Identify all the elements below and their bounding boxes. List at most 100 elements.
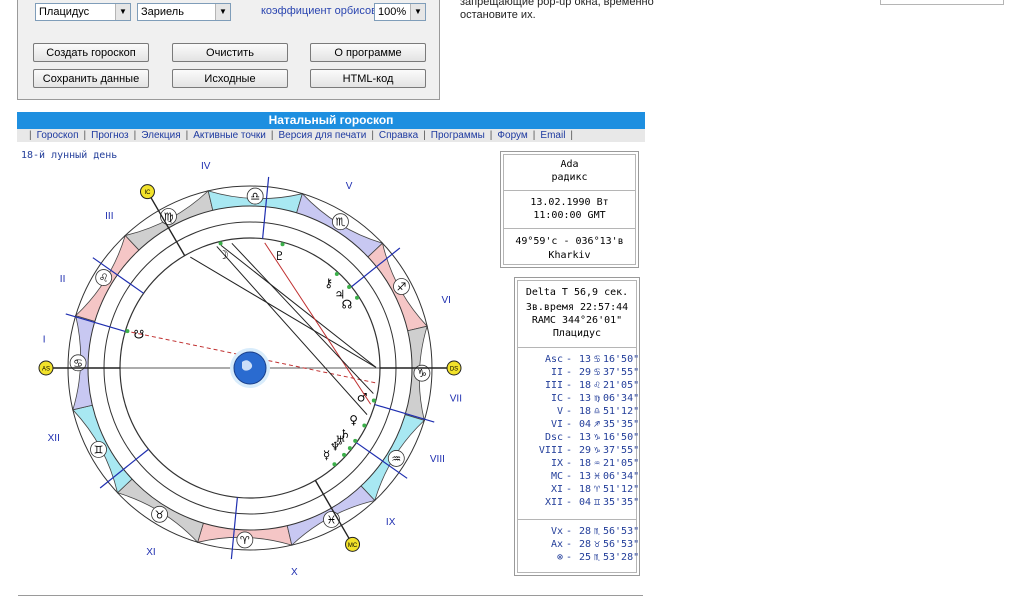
cusp-row: VIII -29 ♑ 37'55" bbox=[529, 445, 639, 456]
cusp-deg: 04 bbox=[578, 497, 591, 508]
sign-glyph: ♒ bbox=[391, 452, 401, 465]
planet-dot bbox=[353, 438, 358, 443]
menu-separator: | bbox=[570, 130, 574, 141]
angle-label: MC bbox=[348, 543, 358, 549]
menu-item[interactable]: Гороскоп bbox=[37, 130, 79, 141]
point-name: Vx bbox=[550, 526, 563, 537]
point-name: Ax bbox=[550, 539, 563, 550]
dash: - bbox=[565, 445, 573, 456]
main-menu: | Гороскоп | Прогноз | Элекция | Активные точки… bbox=[17, 129, 645, 142]
cusp-deg: 18 bbox=[578, 406, 591, 417]
cusp-sign: ♑ bbox=[593, 445, 601, 456]
dash: - bbox=[565, 380, 573, 391]
planet-glyph: ♀ bbox=[349, 413, 358, 427]
cusp-name: Dsc bbox=[544, 432, 563, 443]
source-button[interactable]: Исходные bbox=[172, 69, 288, 88]
house-system-value: Плацидус bbox=[39, 6, 90, 18]
menu-separator: | bbox=[489, 130, 493, 141]
houses-info-box: Delta T 56,9 сек. Зв.время 22:57:44 RAMC… bbox=[514, 277, 640, 576]
planet-glyph: ☋ bbox=[134, 328, 145, 342]
point-min: 53'28" bbox=[603, 552, 640, 563]
cusp-deg: 29 bbox=[578, 445, 591, 456]
cusp-sign: ♋ bbox=[593, 367, 601, 378]
cusp-sign: ♍ bbox=[593, 393, 601, 404]
save-data-button[interactable]: Сохранить данные bbox=[33, 69, 149, 88]
interpretation-value: Зариель bbox=[141, 6, 184, 18]
menu-separator: | bbox=[185, 130, 189, 141]
chevron-down-icon: ▼ bbox=[115, 4, 130, 20]
menu-item[interactable]: Версия для печати bbox=[279, 130, 367, 141]
popup-note: запрещающие pop-up окна, временно остано… bbox=[460, 0, 660, 22]
html-code-button[interactable]: HTML-код bbox=[310, 69, 426, 88]
cusp-row: II -29 ♋ 37'55" bbox=[529, 367, 639, 378]
about-button[interactable]: О программе bbox=[310, 43, 426, 62]
divider bbox=[517, 519, 637, 520]
cusp-min: 21'05" bbox=[603, 458, 640, 469]
side-panel bbox=[880, 0, 1004, 5]
coordinates: 49°59'с - 036°13'в bbox=[515, 236, 624, 247]
dash: - bbox=[565, 539, 573, 550]
dash: - bbox=[565, 526, 573, 537]
house-number: IX bbox=[386, 517, 396, 528]
menu-separator: | bbox=[270, 130, 274, 141]
create-horoscope-button[interactable]: Создать гороскоп bbox=[33, 43, 149, 62]
cusp-sign: ♌ bbox=[593, 380, 601, 391]
planet-dot bbox=[355, 295, 360, 300]
menu-item[interactable]: Прогноз bbox=[91, 130, 129, 141]
menu-item[interactable]: Email bbox=[540, 130, 565, 141]
cusp-deg: 13 bbox=[578, 354, 591, 365]
dash: - bbox=[565, 354, 573, 365]
menu-separator: | bbox=[532, 130, 536, 141]
house-number: IV bbox=[201, 161, 211, 172]
cusp-min: 16'50" bbox=[603, 354, 640, 365]
point-min: 56'53" bbox=[603, 539, 640, 550]
cusp-min: 37'55" bbox=[603, 367, 640, 378]
house-number: XII bbox=[48, 433, 60, 444]
point-row: ⊗ -25 ♏ 53'28" bbox=[529, 552, 639, 563]
cusp-deg: 13 bbox=[578, 432, 591, 443]
cusp-min: 51'12" bbox=[603, 406, 640, 417]
planet-dot bbox=[125, 329, 130, 334]
divider bbox=[517, 347, 637, 348]
orbs-select[interactable]: 100% ▼ bbox=[374, 3, 426, 21]
divider bbox=[503, 228, 636, 229]
menu-item[interactable]: Справка bbox=[379, 130, 418, 141]
cusp-name: VIII bbox=[538, 445, 563, 456]
house-system-select[interactable]: Плацидус ▼ bbox=[35, 3, 131, 21]
cusp-min: 35'35" bbox=[603, 497, 640, 508]
cusp-row: MC -13 ♓ 06'34" bbox=[529, 471, 639, 482]
cusp-min: 51'12" bbox=[603, 484, 640, 495]
menu-item[interactable]: Программы bbox=[431, 130, 485, 141]
menu-item[interactable]: Активные точки bbox=[193, 130, 266, 141]
interpretation-select[interactable]: Зариель ▼ bbox=[137, 3, 231, 21]
point-sign: ♏ bbox=[593, 526, 601, 537]
planet-glyph: ⚷ bbox=[324, 276, 333, 290]
house-number: II bbox=[60, 274, 66, 285]
menu-separator: | bbox=[371, 130, 374, 141]
page-title: Натальный гороскоп bbox=[17, 112, 645, 129]
menu-item[interactable]: Элекция bbox=[141, 130, 180, 141]
cusp-deg: 29 bbox=[578, 367, 591, 378]
cusp-sign: ♓ bbox=[593, 471, 601, 482]
clear-button[interactable]: Очистить bbox=[172, 43, 288, 62]
cusp-deg: 18 bbox=[578, 458, 591, 469]
menu-item[interactable]: Форум bbox=[497, 130, 527, 141]
birth-date: 13.02.1990 Вт bbox=[530, 197, 609, 208]
house-number: XI bbox=[146, 547, 155, 558]
dash: - bbox=[565, 471, 573, 482]
sidereal-time: Зв.время 22:57:44 bbox=[525, 302, 629, 313]
cusp-sign: ♐ bbox=[593, 419, 601, 430]
subject-name: Ada bbox=[560, 159, 579, 170]
ramc: RAMC 344°26'01" bbox=[531, 315, 623, 326]
sign-glyph: ♌ bbox=[99, 272, 109, 285]
point-min: 56'53" bbox=[603, 526, 640, 537]
cusp-min: 35'35" bbox=[603, 419, 640, 430]
cusp-name: V bbox=[556, 406, 563, 417]
cusp-sign: ♑ bbox=[593, 432, 601, 443]
cusp-row: IX -18 ♒ 21'05" bbox=[529, 458, 639, 469]
dash: - bbox=[565, 367, 573, 378]
dash: - bbox=[565, 432, 573, 443]
point-row: Vx -28 ♏ 56'53" bbox=[529, 526, 639, 537]
menu-separator: | bbox=[29, 130, 32, 141]
cusp-min: 06'34" bbox=[603, 471, 640, 482]
